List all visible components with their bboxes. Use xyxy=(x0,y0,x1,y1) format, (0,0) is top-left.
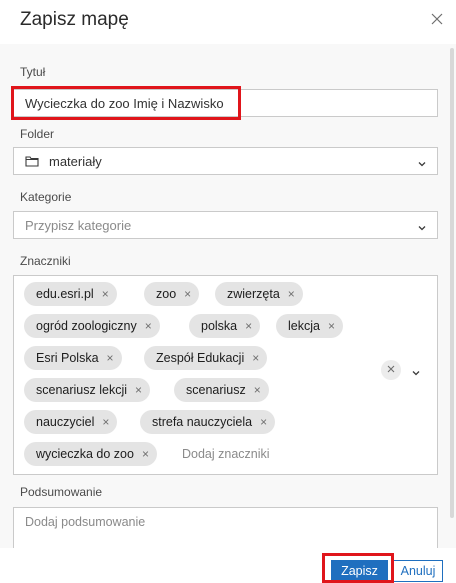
chevron-down-icon[interactable] xyxy=(411,365,421,376)
summary-textarea[interactable]: Dodaj podsumowanie xyxy=(13,507,438,548)
remove-tag-icon[interactable]: × xyxy=(260,415,267,429)
category-placeholder: Przypisz kategorie xyxy=(25,217,132,233)
tag-chip[interactable]: scenariusz lekcji × xyxy=(24,378,151,402)
tag-chip[interactable]: scenariusz × xyxy=(174,378,269,402)
save-highlight-box xyxy=(322,553,394,583)
tag-chip[interactable]: zoo × xyxy=(144,282,200,306)
tags-input-box[interactable]: edu.esri.pl × zoo × zwierzęta × ogród zoolo… xyxy=(13,275,438,475)
remove-tag-icon[interactable]: × xyxy=(142,447,149,461)
dialog-body: Tytuł Wycieczka do zoo Imię i Nazwisko F… xyxy=(0,44,456,548)
chevron-down-icon xyxy=(417,221,427,231)
folder-icon xyxy=(25,155,39,167)
remove-tag-icon[interactable]: × xyxy=(102,287,109,301)
dialog-header: Zapisz mapę xyxy=(0,0,456,44)
title-highlight-box xyxy=(11,86,241,120)
folder-value: materiały xyxy=(49,153,102,169)
folder-label: Folder xyxy=(20,127,55,141)
tag-chip[interactable]: Esri Polska × xyxy=(24,346,122,370)
remove-tag-icon[interactable]: × xyxy=(102,415,109,429)
remove-tag-icon[interactable]: × xyxy=(184,287,191,301)
remove-tag-icon[interactable]: × xyxy=(328,319,335,333)
remove-tag-icon[interactable]: × xyxy=(145,319,152,333)
tags-text-input[interactable]: Dodaj znaczniki xyxy=(182,447,270,461)
tag-chip[interactable]: wycieczka do zoo × xyxy=(24,442,157,466)
title-label: Tytuł xyxy=(20,65,46,79)
remove-tag-icon[interactable]: × xyxy=(245,319,252,333)
dialog-footer: Zapisz Anuluj xyxy=(0,548,456,583)
remove-tag-icon[interactable]: × xyxy=(254,383,261,397)
chevron-down-icon xyxy=(417,157,427,167)
scrollbar-thumb[interactable] xyxy=(450,48,454,518)
tag-chip[interactable]: lekcja × xyxy=(276,314,343,338)
tag-chip[interactable]: strefa nauczyciela × xyxy=(140,410,276,434)
tag-chip[interactable]: nauczyciel × xyxy=(24,410,118,434)
category-select[interactable]: Przypisz kategorie xyxy=(13,211,438,239)
cancel-button[interactable]: Anuluj xyxy=(393,560,443,582)
tag-chip[interactable]: edu.esri.pl × xyxy=(24,282,117,306)
tags-label: Znaczniki xyxy=(20,254,71,268)
tag-chip[interactable]: Zespół Edukacji × xyxy=(144,346,268,370)
summary-label: Podsumowanie xyxy=(20,485,103,499)
close-icon xyxy=(387,364,395,376)
remove-tag-icon[interactable]: × xyxy=(252,351,259,365)
remove-tag-icon[interactable]: × xyxy=(107,351,114,365)
save-map-dialog: Zapisz mapę Tytuł Wycieczka do zoo Imię … xyxy=(0,0,456,583)
clear-tags-button[interactable] xyxy=(381,360,401,380)
tag-chip[interactable]: zwierzęta × xyxy=(215,282,303,306)
dialog-title: Zapisz mapę xyxy=(20,9,129,30)
folder-select[interactable]: materiały xyxy=(13,147,438,175)
category-label: Kategorie xyxy=(20,190,72,204)
close-button[interactable] xyxy=(428,12,446,30)
remove-tag-icon[interactable]: × xyxy=(288,287,295,301)
remove-tag-icon[interactable]: × xyxy=(135,383,142,397)
close-icon xyxy=(431,12,443,30)
tag-chip[interactable]: polska × xyxy=(189,314,261,338)
tag-chip[interactable]: ogród zoologiczny × xyxy=(24,314,160,338)
